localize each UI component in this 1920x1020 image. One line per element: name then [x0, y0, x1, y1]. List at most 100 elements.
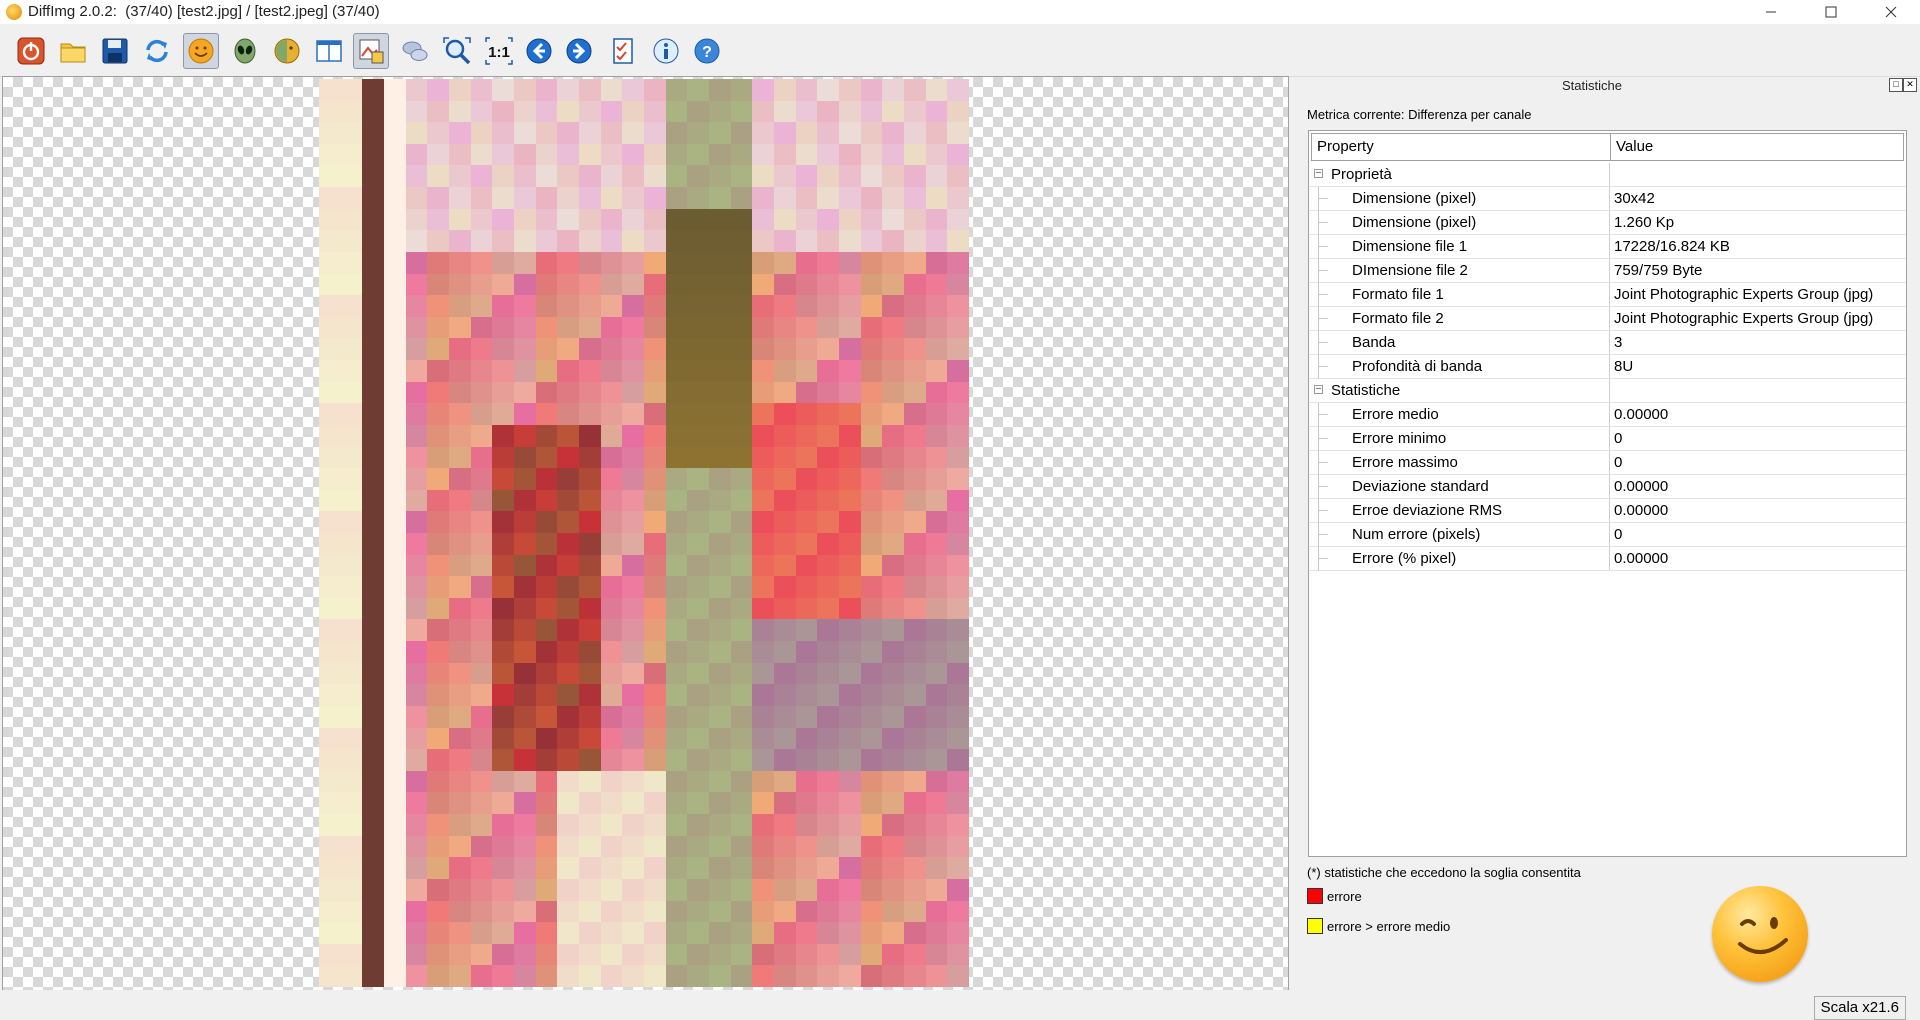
legend-item-error: errore — [1307, 888, 1362, 904]
smiley-button[interactable] — [183, 33, 219, 69]
property-cell: Num errore (pixels) — [1309, 523, 1610, 547]
property-cell: Dimensione (pixel) — [1309, 187, 1610, 211]
table-row[interactable]: Dimensione (pixel) 1.260 Kp — [1309, 211, 1906, 235]
property-name: Errore medio — [1352, 406, 1439, 423]
collapse-icon[interactable]: − — [1314, 385, 1323, 395]
panel-splitter[interactable] — [1289, 76, 1297, 990]
alien-button[interactable] — [227, 33, 263, 69]
refresh-icon — [146, 39, 168, 63]
tree-branch — [1318, 342, 1328, 343]
property-name: Dimensione file 1 — [1352, 238, 1468, 255]
table-row[interactable]: Num errore (pixels) 0 — [1309, 523, 1906, 547]
tree-branch — [1318, 318, 1328, 319]
value-cell: Joint Photographic Experts Group (jpg) — [1614, 310, 1874, 327]
tree-branch — [1318, 414, 1328, 415]
property-name: DImensione file 2 — [1352, 262, 1468, 279]
current-metric-label: Metrica corrente: Differenza per canale — [1307, 107, 1532, 122]
panel-float-button[interactable]: □ — [1889, 78, 1903, 92]
maximize-button[interactable] — [1808, 0, 1854, 24]
panel-close-button[interactable]: ✕ — [1903, 78, 1917, 92]
property-cell: Erroe deviazione RMS — [1309, 499, 1610, 523]
quit-icon — [17, 37, 45, 65]
property-cell: Errore medio — [1309, 403, 1610, 427]
tree-line — [1318, 547, 1319, 571]
property-cell: Formato file 2 — [1309, 307, 1610, 331]
zoom-fit-button[interactable] — [439, 33, 475, 69]
value-cell: 0.00000 — [1614, 550, 1669, 567]
previous-button[interactable] — [521, 33, 557, 69]
group-row-proprieta[interactable]: − Proprietà — [1309, 163, 1906, 187]
group-row-statistiche[interactable]: − Statistiche — [1309, 379, 1906, 403]
app-icon — [6, 4, 22, 20]
close-button[interactable] — [1868, 0, 1914, 24]
dual-panel-button[interactable] — [311, 33, 347, 69]
table-row[interactable]: Errore medio 0.00000 — [1309, 403, 1906, 427]
table-row[interactable]: Dimensione (pixel) 30x42 — [1309, 187, 1906, 211]
property-cell: Formato file 1 — [1309, 283, 1610, 307]
table-row[interactable]: Deviazione standard 0.00000 — [1309, 475, 1906, 499]
column-header-property[interactable]: Property — [1311, 133, 1611, 161]
table-row[interactable]: DImensione file 2 759/759 Byte — [1309, 259, 1906, 283]
tree-line — [1318, 499, 1319, 523]
table-row[interactable]: Errore minimo 0 — [1309, 427, 1906, 451]
table-row[interactable]: Erroe deviazione RMS 0.00000 — [1309, 499, 1906, 523]
tree-line — [1318, 475, 1319, 499]
next-button[interactable] — [561, 33, 597, 69]
checklist-icon — [613, 38, 633, 64]
open-folder-icon — [60, 43, 86, 63]
tree-line — [1318, 331, 1319, 355]
result-smiley-icon — [1712, 886, 1808, 982]
table-row[interactable]: Errore (% pixel) 0.00000 — [1309, 547, 1906, 571]
difference-image — [319, 79, 969, 987]
table-row[interactable]: Formato file 2 Joint Photographic Experts… — [1309, 307, 1906, 331]
value-cell: 759/759 Byte — [1614, 262, 1703, 279]
info-icon — [653, 38, 679, 64]
property-cell: Errore minimo — [1309, 427, 1610, 451]
checklist-button[interactable] — [605, 33, 641, 69]
open-folder-button[interactable] — [55, 33, 91, 69]
group-label-cell: − Statistiche — [1309, 379, 1610, 402]
tree-line — [1318, 307, 1319, 331]
value-cell: 0 — [1614, 454, 1623, 471]
minimize-button[interactable] — [1748, 0, 1794, 24]
save-icon — [102, 38, 128, 64]
tree-branch — [1318, 438, 1328, 439]
table-row[interactable]: Profondità di banda 8U — [1309, 355, 1906, 379]
difference-image-button[interactable] — [353, 33, 389, 69]
info-button[interactable] — [648, 33, 684, 69]
property-table[interactable]: Property Value − Proprietà Dimensione (pix… — [1308, 130, 1907, 857]
tree-line — [1318, 259, 1319, 283]
difference-image-icon — [359, 39, 384, 64]
property-name: Formato file 1 — [1352, 286, 1444, 303]
next-arrow-icon — [566, 38, 592, 64]
collapse-icon[interactable]: − — [1314, 169, 1323, 179]
property-cell: Dimensione file 1 — [1309, 235, 1610, 259]
zoom-one-to-one-button[interactable]: 1:1 — [481, 33, 517, 69]
title-bar: DiffImg 2.0.2: (37/40) [test2.jpg] / [te… — [0, 0, 1920, 24]
save-button[interactable] — [97, 33, 133, 69]
dual-panel-icon — [316, 40, 342, 62]
tree-line — [1318, 211, 1319, 235]
image-viewport[interactable] — [2, 76, 1289, 992]
table-row[interactable]: Formato file 1 Joint Photographic Experts… — [1309, 283, 1906, 307]
quit-button[interactable] — [13, 33, 49, 69]
value-cell: 17228/16.824 KB — [1614, 238, 1730, 255]
chat-button[interactable] — [397, 33, 433, 69]
property-cell: Errore (% pixel) — [1309, 547, 1610, 571]
value-cell: 0 — [1614, 526, 1623, 543]
tree-branch — [1318, 246, 1328, 247]
error-above-mean-swatch — [1307, 918, 1323, 934]
table-row[interactable]: Errore massimo 0 — [1309, 451, 1906, 475]
table-row[interactable]: Dimensione file 1 17228/16.824 KB — [1309, 235, 1906, 259]
tree-branch — [1318, 222, 1328, 223]
color-smiley-button[interactable] — [269, 33, 305, 69]
tree-line — [1318, 523, 1319, 547]
table-row[interactable]: Banda 3 — [1309, 331, 1906, 355]
refresh-button[interactable] — [139, 33, 175, 69]
svg-text:1:1: 1:1 — [488, 44, 510, 61]
column-header-value[interactable]: Value — [1610, 133, 1904, 161]
help-button[interactable]: ? — [689, 33, 725, 69]
svg-text:?: ? — [702, 44, 712, 61]
property-name: Errore minimo — [1352, 430, 1447, 447]
property-cell: Deviazione standard — [1309, 475, 1610, 499]
